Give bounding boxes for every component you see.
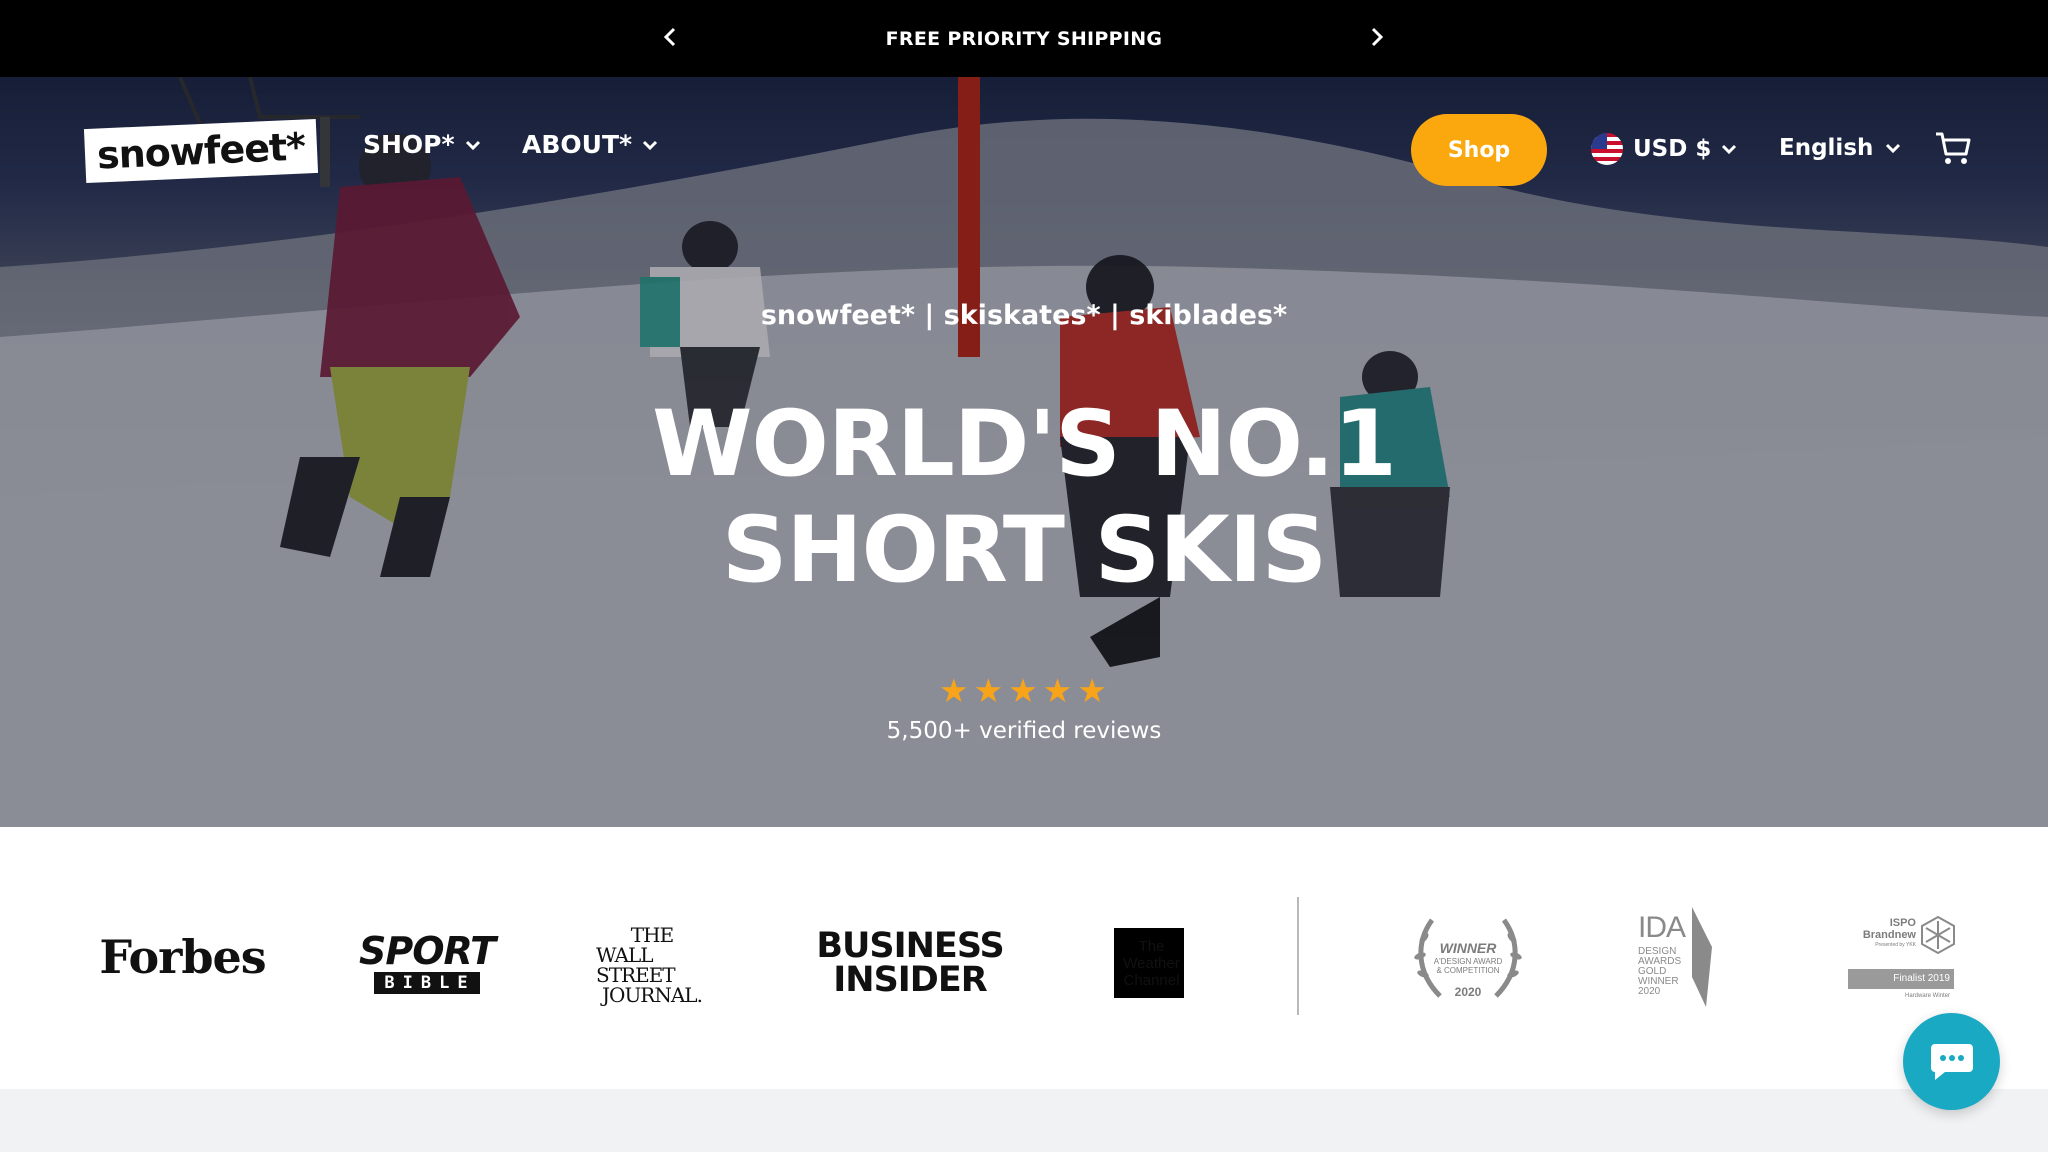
us-flag-icon (1591, 133, 1623, 165)
forbes-logo: Forbes (99, 930, 266, 984)
twc-line2: Weather (1123, 954, 1180, 972)
chevron-down-icon (643, 140, 658, 150)
ispo-finalist: Finalist 2019 (1848, 969, 1954, 989)
award-winner-title: WINNER (1439, 940, 1497, 956)
star-icon: ★ (1042, 672, 1073, 709)
ida-line5: 2020 (1638, 986, 1661, 997)
award-winner-year: 2020 (1454, 985, 1482, 999)
language-selector[interactable]: English (1779, 135, 1901, 161)
wsj-line3: JOURNAL. (602, 983, 703, 1007)
announcement-message: FREE PRIORITY SHIPPING (885, 27, 1163, 50)
sport-bible-line2: BIBLE (374, 972, 480, 994)
hero-headline-line2: SHORT SKIS (721, 498, 1327, 603)
announcement-next-button[interactable] (1364, 24, 1390, 50)
sport-bible-line1: SPORT (359, 929, 496, 973)
ispo-award-badge: ISPO Brandnew Presented by YKK Finalist … (1846, 915, 1958, 1005)
shop-button-label: Shop (1447, 137, 1511, 163)
wsj-line2: WALL STREET (596, 943, 676, 987)
language-label: English (1779, 135, 1874, 161)
award-winner-line2: & COMPETITION (1436, 966, 1500, 975)
ispo-line2: Brandnew (1862, 929, 1916, 941)
star-icon: ★ (1008, 672, 1038, 709)
adesign-award-badge: WINNER A'DESIGN AWARD & COMPETITION 2020 (1410, 912, 1526, 1006)
shop-button[interactable]: Shop (1411, 114, 1547, 186)
nav-about[interactable]: ABOUT* (522, 130, 658, 159)
twc-line3: Channel (1123, 971, 1180, 989)
nav-shop-label: SHOP* (363, 130, 455, 159)
announcement-prev-button[interactable] (657, 24, 683, 50)
rating-stars: ★ ★ ★ ★ ★ (939, 671, 1107, 711)
weather-channel-logo: The Weather Channel (1114, 928, 1184, 998)
sport-bible-logo: SPORT BIBLE (359, 930, 496, 996)
ispo-line5: Hardware Winter (1904, 993, 1950, 999)
currency-selector[interactable]: USD $ (1591, 133, 1737, 165)
wsj-logo: THE WALL STREET JOURNAL. (596, 925, 708, 1005)
ispo-snowflake-icon (1921, 915, 1955, 955)
ida-details: DESIGN AWARDS GOLD WINNER 2020 (1638, 947, 1681, 997)
star-icon: ★ (1077, 672, 1107, 709)
chat-bubble-icon (1930, 1043, 1973, 1080)
twc-line1: The (1138, 937, 1165, 955)
chevron-down-icon (1722, 144, 1737, 155)
hero-headline: WORLD'S NO.1 SHORT SKIS (0, 392, 2048, 604)
star-icon: ★ (939, 672, 969, 709)
cart-icon (1936, 132, 1971, 164)
hero-headline-line1: WORLD'S NO.1 (652, 392, 1397, 497)
site-logo[interactable]: snowfeet* (83, 118, 319, 184)
star-icon: ★ (973, 672, 1004, 709)
nav-about-label: ABOUT* (522, 130, 633, 159)
bi-line1: BUSINESS (816, 926, 1004, 966)
award-winner-line1: A'DESIGN AWARD (1433, 957, 1503, 966)
ida-title: IDA (1638, 911, 1686, 944)
chevron-left-icon (663, 27, 676, 47)
currency-label: USD $ (1633, 136, 1712, 162)
hero-kicker: snowfeet* | skiskates* | skiblades* (760, 300, 1288, 331)
cart-button[interactable] (1934, 130, 1972, 166)
business-insider-logo: BUSINESS INSIDER (816, 926, 1004, 1000)
ispo-line3: Presented by YKK (1875, 942, 1916, 948)
bi-line2: INSIDER (833, 960, 987, 1000)
ispo-line1: ISPO (1889, 917, 1916, 929)
reviews-count: 5,500+ verified reviews (886, 718, 1162, 744)
chevron-down-icon (465, 140, 480, 150)
chevron-right-icon (1371, 27, 1384, 47)
wsj-line1: THE (630, 923, 674, 947)
press-divider (1297, 897, 1299, 1015)
announcement-bar: FREE PRIORITY SHIPPING (0, 0, 2048, 77)
nav-shop[interactable]: SHOP* (363, 130, 481, 159)
press-logos: Forbes SPORT BIBLE THE WALL STREET JOURN… (0, 827, 2048, 1089)
ida-award-badge: IDA DESIGN AWARDS GOLD WINNER 2020 (1636, 907, 1736, 1007)
chevron-down-icon (1886, 143, 1901, 154)
chat-button[interactable] (1903, 1013, 2000, 1110)
logo-text: snowfeet* (96, 124, 306, 178)
